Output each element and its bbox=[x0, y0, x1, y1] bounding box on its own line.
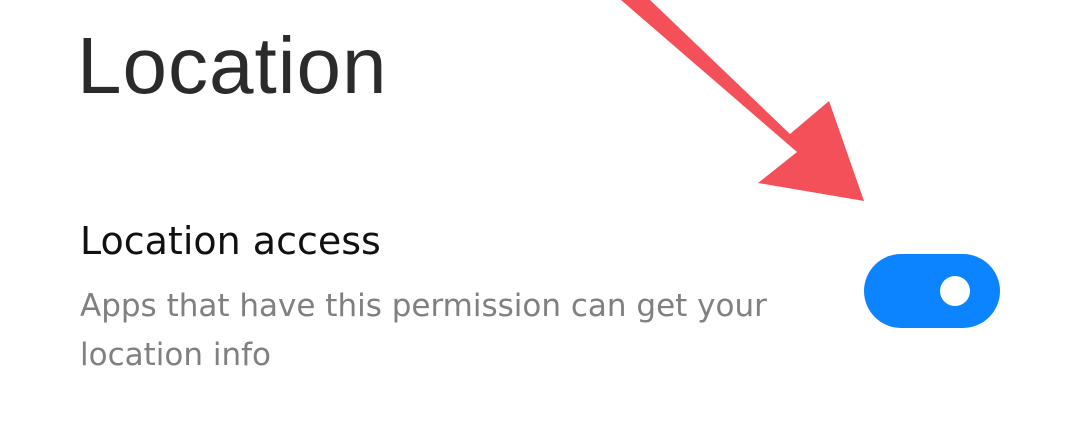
location-access-toggle[interactable] bbox=[864, 254, 1000, 328]
location-access-setting[interactable]: Location access Apps that have this perm… bbox=[0, 210, 1080, 390]
settings-page: Location Location access Apps that have … bbox=[0, 0, 1080, 444]
setting-title: Location access bbox=[80, 219, 381, 263]
toggle-knob bbox=[940, 276, 970, 306]
setting-description: Apps that have this permission can get y… bbox=[80, 288, 767, 373]
page-title: Location bbox=[77, 21, 388, 110]
